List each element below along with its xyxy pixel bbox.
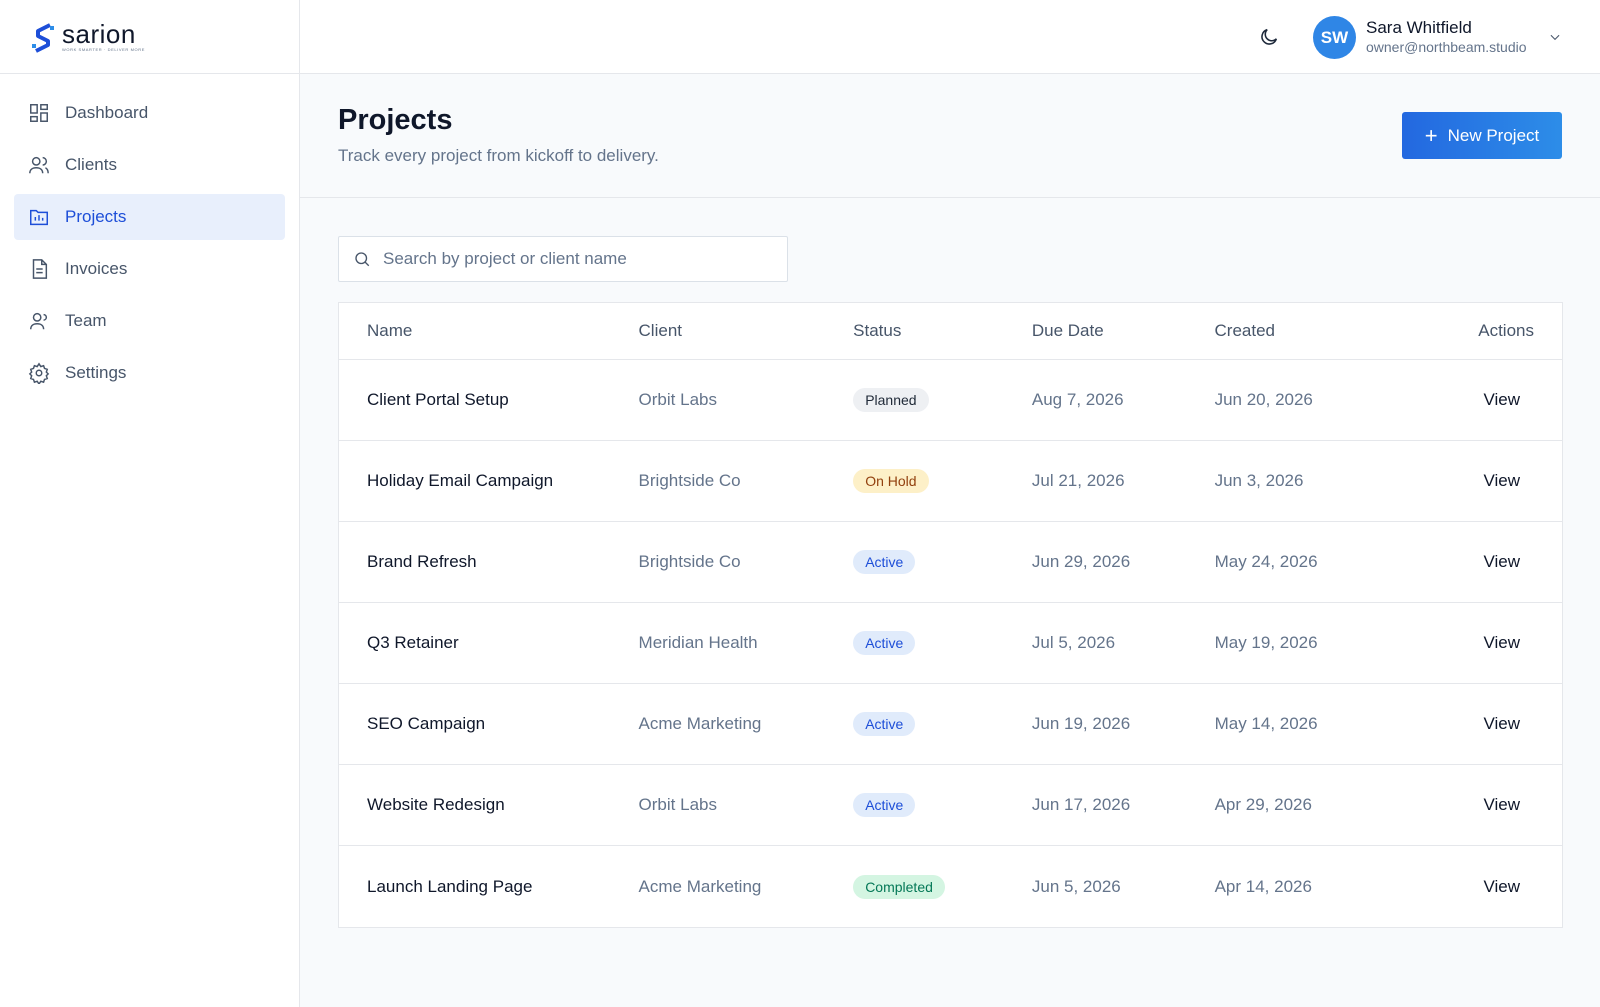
sidebar: sarion WORK SMARTER · DELIVER MORE Dashb… (0, 0, 300, 1007)
status-badge: Active (853, 793, 916, 817)
project-created-date: Apr 29, 2026 (1214, 795, 1312, 814)
project-client: Brightside Co (638, 471, 741, 490)
table-row[interactable]: SEO Campaign Acme Marketing Active Jun 1… (339, 684, 1562, 765)
project-created-date: May 14, 2026 (1214, 714, 1318, 733)
sidebar-item-settings[interactable]: Settings (14, 350, 285, 396)
users-icon (29, 156, 49, 174)
plus-icon: + (1424, 122, 1438, 148)
sidebar-item-label: Projects (65, 207, 127, 226)
grid-icon (30, 104, 48, 122)
project-name: Client Portal Setup (367, 390, 509, 409)
view-link[interactable]: View (1483, 795, 1562, 814)
project-due-date: Jun 29, 2026 (1031, 552, 1131, 571)
sidebar-item-invoices[interactable]: Invoices (14, 246, 285, 292)
sidebar-item-label: Dashboard (65, 103, 149, 122)
project-name: SEO Campaign (367, 714, 486, 733)
sarion-logo-icon (32, 22, 54, 53)
table-row[interactable]: Holiday Email Campaign Brightside Co On … (339, 441, 1562, 522)
chevron-down-icon (1550, 34, 1560, 41)
sidebar-item-clients[interactable]: Clients (14, 142, 285, 188)
gear-icon (28, 362, 50, 384)
view-link[interactable]: View (1483, 714, 1562, 733)
user-email: owner@northbeam.studio (1366, 39, 1527, 55)
project-due-date: Jul 21, 2026 (1031, 471, 1125, 490)
project-due-date: Aug 7, 2026 (1031, 390, 1124, 409)
project-client: Orbit Labs (638, 390, 717, 409)
user-icon (30, 312, 47, 330)
page-subtitle: Track every project from kickoff to deli… (338, 146, 659, 165)
project-name: Brand Refresh (367, 552, 477, 571)
brand-name: sarion (62, 18, 136, 49)
project-created-date: Jun 20, 2026 (1214, 390, 1313, 409)
view-link[interactable]: View (1483, 552, 1562, 571)
brand-tagline: WORK SMARTER · DELIVER MORE (62, 46, 146, 52)
view-link[interactable]: View (1483, 471, 1562, 490)
status-badge: Active (853, 631, 916, 655)
topbar: SW Sara Whitfield owner@northbeam.studio (300, 0, 1600, 74)
project-client: Brightside Co (638, 552, 741, 571)
project-client: Orbit Labs (638, 795, 717, 814)
sidebar-item-team[interactable]: Team (14, 298, 285, 344)
view-link[interactable]: View (1483, 633, 1562, 652)
project-created-date: May 19, 2026 (1214, 633, 1318, 652)
search-box (338, 236, 788, 282)
folder-chart-icon (30, 209, 48, 226)
column-header-status[interactable]: Status (853, 321, 1032, 341)
sidebar-item-dashboard[interactable]: Dashboard (14, 90, 285, 136)
column-header-created[interactable]: Created (1215, 321, 1433, 341)
page-title: Projects (338, 104, 453, 136)
sidebar-item-label: Settings (65, 363, 127, 382)
project-due-date: Jul 5, 2026 (1031, 633, 1116, 652)
project-due-date: Jun 5, 2026 (1031, 876, 1121, 896)
project-client: Acme Marketing (638, 714, 762, 733)
table-row[interactable]: Launch Landing Page Acme Marketing Compl… (339, 846, 1562, 927)
status-badge: Completed (853, 874, 945, 899)
project-client: Acme Marketing (638, 876, 762, 896)
brand-logo[interactable]: sarion WORK SMARTER · DELIVER MORE (0, 0, 299, 74)
project-due-date: Jun 19, 2026 (1031, 714, 1131, 733)
column-header-actions: Actions (1478, 321, 1534, 340)
project-created-date: Jun 3, 2026 (1214, 471, 1304, 490)
avatar[interactable]: SW (1313, 16, 1356, 59)
status-badge: Active (853, 712, 916, 736)
sidebar-item-label: Clients (65, 155, 117, 174)
search-icon (355, 252, 370, 267)
new-project-label: New Project (1447, 125, 1540, 145)
view-link[interactable]: View (1483, 390, 1562, 409)
status-badge: On Hold (853, 469, 929, 493)
search-input[interactable] (383, 249, 763, 269)
theme-toggle-button[interactable] (1258, 26, 1280, 48)
sidebar-item-label: Team (65, 311, 107, 330)
sidebar-item-projects[interactable]: Projects (14, 194, 285, 240)
user-menu-chevron-down-icon[interactable] (1548, 30, 1562, 44)
sidebar-item-label: Invoices (65, 259, 128, 278)
column-header-due-date[interactable]: Due Date (1032, 321, 1215, 341)
project-name: Website Redesign (367, 795, 505, 814)
table-row[interactable]: Website Redesign Orbit Labs Active Jun 1… (339, 765, 1562, 846)
sidebar-nav: Dashboard Clients Projects Invoices Team… (0, 74, 299, 418)
new-project-button[interactable]: + New Project (1402, 112, 1562, 159)
moon-icon (1261, 28, 1278, 45)
project-created-date: Apr 14, 2026 (1214, 876, 1312, 896)
table-header-row: Name Client Status Due Date Created Acti… (339, 303, 1562, 360)
project-name: Launch Landing Page (367, 876, 533, 896)
project-created-date: May 24, 2026 (1214, 552, 1318, 571)
project-client: Meridian Health (638, 633, 758, 652)
column-header-name[interactable]: Name (339, 321, 639, 341)
project-due-date: Jun 17, 2026 (1031, 795, 1131, 814)
document-icon (32, 259, 48, 279)
project-name: Q3 Retainer (367, 633, 459, 652)
status-badge: Planned (853, 388, 929, 412)
table-row[interactable]: Client Portal Setup Orbit Labs Planned A… (339, 360, 1562, 441)
user-name[interactable]: Sara Whitfield (1366, 18, 1472, 38)
project-name: Holiday Email Campaign (367, 471, 554, 490)
projects-table: Name Client Status Due Date Created Acti… (338, 302, 1563, 928)
page-header: Projects Track every project from kickof… (300, 74, 1600, 198)
table-row[interactable]: Q3 Retainer Meridian Health Active Jul 5… (339, 603, 1562, 684)
status-badge: Active (853, 550, 916, 574)
table-row[interactable]: Brand Refresh Brightside Co Active Jun 2… (339, 522, 1562, 603)
column-header-client[interactable]: Client (639, 321, 854, 341)
view-link[interactable]: View (1483, 877, 1562, 896)
